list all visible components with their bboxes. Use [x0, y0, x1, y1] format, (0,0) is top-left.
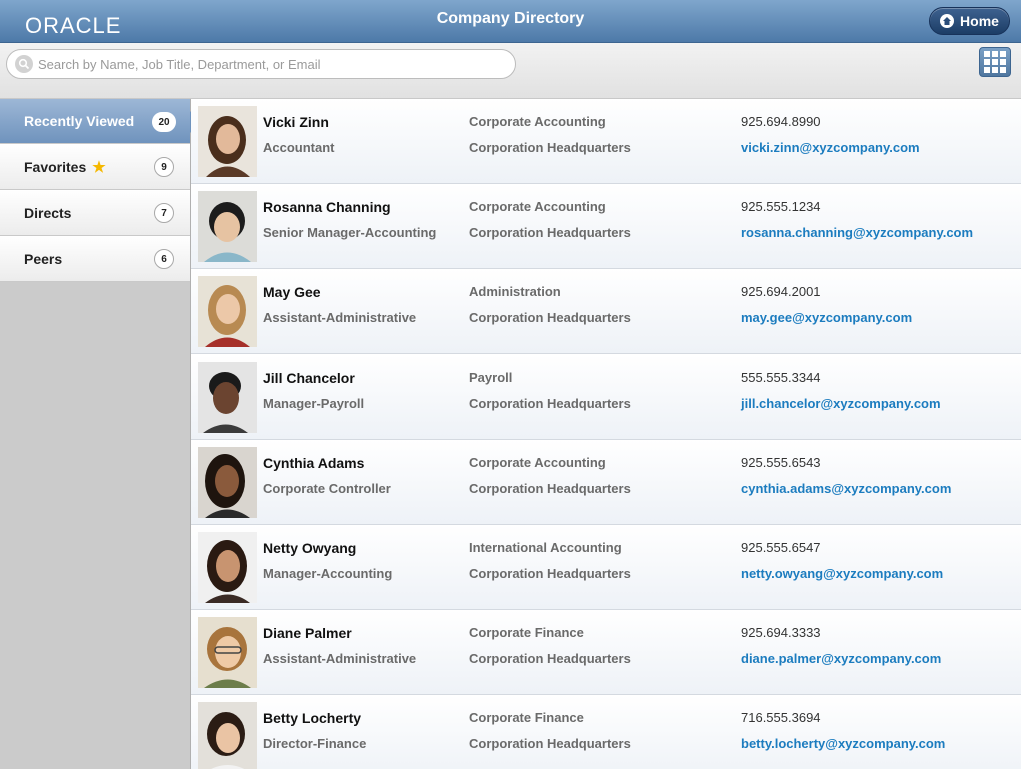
person-name: Betty Locherty	[263, 710, 362, 726]
person-title: Assistant-Administrative	[263, 310, 417, 325]
person-email-link[interactable]: jill.chancelor@xyzcompany.com	[741, 396, 941, 411]
person-title: Corporate Controller	[263, 481, 391, 496]
list-item[interactable]: Rosanna Channing Senior Manager-Accounti…	[191, 184, 1021, 269]
person-location: Corporation Headquarters	[469, 651, 631, 666]
person-department: Payroll	[469, 370, 513, 385]
person-department: Corporate Accounting	[469, 199, 606, 214]
person-name: May Gee	[263, 284, 321, 300]
person-location: Corporation Headquarters	[469, 310, 631, 325]
person-title: Senior Manager-Accounting	[263, 225, 437, 240]
list-item[interactable]: Cynthia Adams Corporate Controller Corpo…	[191, 440, 1021, 525]
sidebar-item-label: Directs	[24, 204, 72, 221]
search-icon	[15, 55, 33, 73]
person-location: Corporation Headquarters	[469, 396, 631, 411]
avatar	[198, 617, 257, 688]
avatar	[198, 532, 257, 603]
person-email-link[interactable]: may.gee@xyzcompany.com	[741, 310, 912, 325]
home-button[interactable]: Home	[929, 7, 1010, 35]
avatar	[198, 362, 257, 433]
person-location: Corporation Headquarters	[469, 140, 631, 155]
person-phone[interactable]: 925.694.3333	[741, 625, 821, 640]
star-icon: ★	[92, 158, 106, 176]
home-button-label: Home	[960, 13, 999, 29]
person-department: Corporate Finance	[469, 710, 584, 725]
person-department: Corporate Accounting	[469, 455, 606, 470]
person-name: Cynthia Adams	[263, 455, 365, 471]
person-title: Manager-Accounting	[263, 566, 393, 581]
person-location: Corporation Headquarters	[469, 481, 631, 496]
person-name: Diane Palmer	[263, 625, 352, 641]
count-badge: 7	[154, 203, 174, 223]
person-location: Corporation Headquarters	[469, 566, 631, 581]
person-phone[interactable]: 925.694.8990	[741, 114, 821, 129]
person-title: Director-Finance	[263, 736, 367, 751]
list-item[interactable]: Vicki Zinn Accountant Corporate Accounti…	[191, 99, 1021, 184]
person-phone[interactable]: 925.555.6543	[741, 455, 821, 470]
person-title: Accountant	[263, 140, 335, 155]
avatar	[198, 276, 257, 347]
avatar	[198, 106, 257, 177]
person-email-link[interactable]: vicki.zinn@xyzcompany.com	[741, 140, 920, 155]
person-phone[interactable]: 925.555.1234	[741, 199, 821, 214]
search-box[interactable]	[6, 49, 516, 79]
person-phone[interactable]: 925.694.2001	[741, 284, 821, 299]
grid-icon[interactable]	[979, 47, 1011, 77]
sidebar-item-peers[interactable]: Peers 6	[0, 236, 190, 282]
avatar	[198, 191, 257, 262]
count-badge: 20	[152, 112, 176, 132]
person-department: Administration	[469, 284, 561, 299]
person-title: Manager-Payroll	[263, 396, 365, 411]
person-phone[interactable]: 925.555.6547	[741, 540, 821, 555]
person-email-link[interactable]: diane.palmer@xyzcompany.com	[741, 651, 941, 666]
person-department: Corporate Accounting	[469, 114, 606, 129]
person-email-link[interactable]: netty.owyang@xyzcompany.com	[741, 566, 943, 581]
sidebar-item-label: Recently Viewed	[24, 113, 135, 129]
app-header: ORACLE Company Directory Home	[0, 0, 1021, 43]
sidebar: Recently Viewed 20 Favorites ★ 9 Directs…	[0, 99, 200, 769]
list-item[interactable]: Diane Palmer Assistant-Administrative Co…	[191, 610, 1021, 695]
page-title: Company Directory	[436, 10, 585, 27]
sidebar-item-directs[interactable]: Directs 7	[0, 190, 190, 236]
count-badge: 6	[154, 249, 174, 269]
person-name: Vicki Zinn	[263, 114, 329, 130]
person-email-link[interactable]: betty.locherty@xyzcompany.com	[741, 736, 945, 751]
person-phone[interactable]: 716.555.3694	[741, 710, 821, 725]
person-department: Corporate Finance	[469, 625, 584, 640]
person-email-link[interactable]: rosanna.channing@xyzcompany.com	[741, 225, 973, 240]
home-icon	[940, 14, 955, 28]
person-location: Corporation Headquarters	[469, 225, 631, 240]
sidebar-item-favorites[interactable]: Favorites ★ 9	[0, 144, 190, 190]
person-title: Assistant-Administrative	[263, 651, 417, 666]
person-name: Netty Owyang	[263, 540, 357, 556]
person-name: Jill Chancelor	[263, 370, 355, 386]
search-bar	[0, 43, 1021, 99]
avatar	[198, 702, 257, 769]
sidebar-item-label: Favorites	[24, 158, 87, 175]
count-badge: 9	[154, 157, 174, 177]
person-name: Rosanna Channing	[263, 199, 391, 215]
person-department: International Accounting	[469, 540, 622, 555]
person-email-link[interactable]: cynthia.adams@xyzcompany.com	[741, 481, 951, 496]
person-phone[interactable]: 555.555.3344	[741, 370, 821, 385]
list-item[interactable]: Netty Owyang Manager-Accounting Internat…	[191, 525, 1021, 610]
avatar	[198, 447, 257, 518]
list-item[interactable]: Betty Locherty Director-Finance Corporat…	[191, 695, 1021, 769]
person-location: Corporation Headquarters	[469, 736, 631, 751]
search-input[interactable]	[38, 56, 498, 72]
list-item[interactable]: May Gee Assistant-Administrative Adminis…	[191, 269, 1021, 354]
people-list: Vicki Zinn Accountant Corporate Accounti…	[191, 99, 1021, 769]
sidebar-item-label: Peers	[24, 250, 63, 267]
list-item[interactable]: Jill Chancelor Manager-Payroll Payroll C…	[191, 355, 1021, 440]
sidebar-item-recently-viewed[interactable]: Recently Viewed 20	[0, 99, 200, 144]
